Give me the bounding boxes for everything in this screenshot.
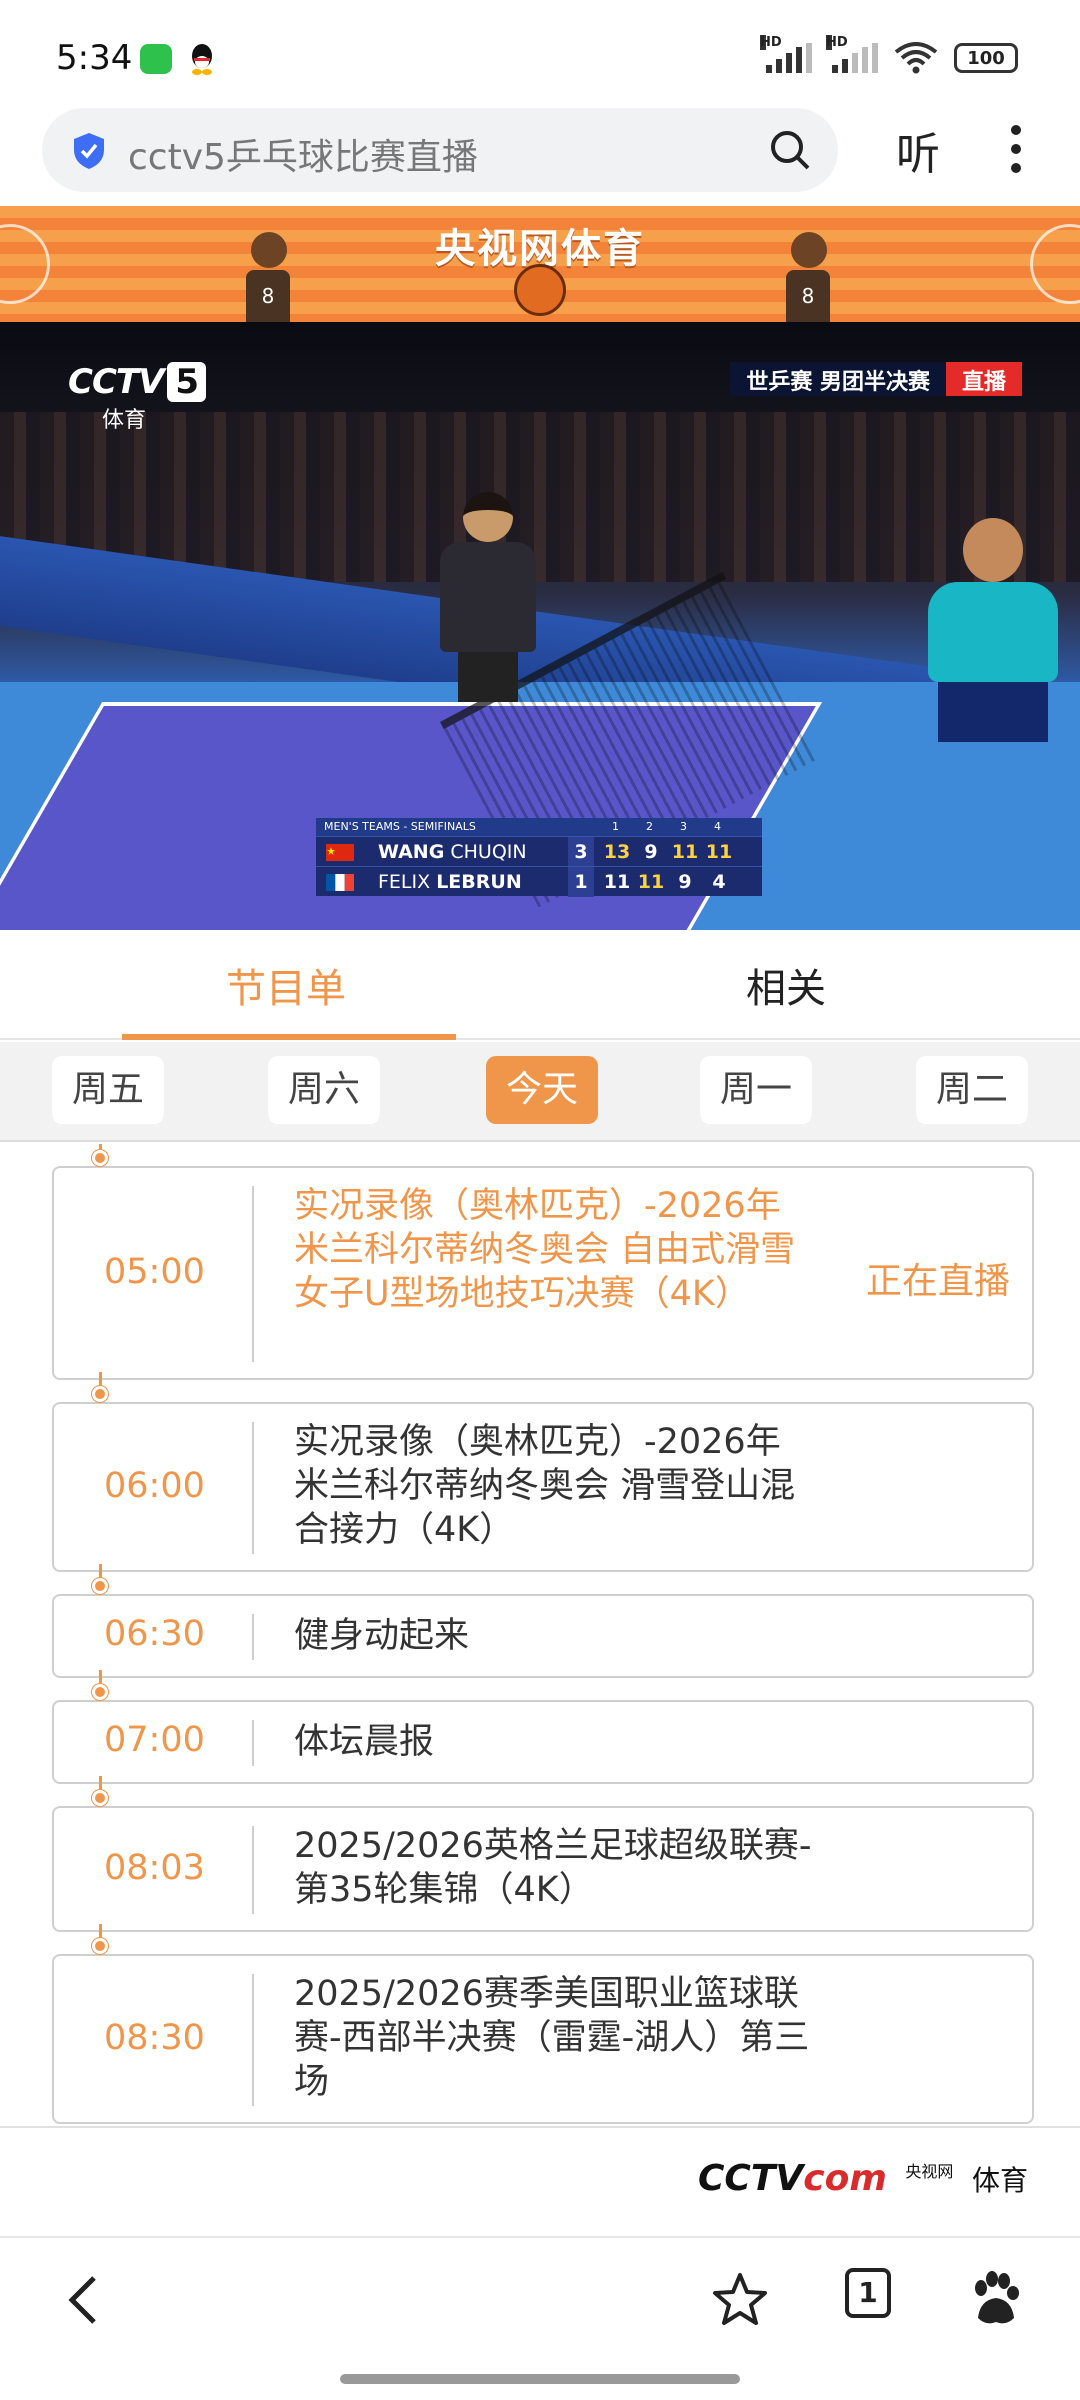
schedule-title: 实况录像（奥林匹克）-2026年米兰科尔蒂纳冬奥会 自由式滑雪女子U型场地技巧决… (294, 1186, 796, 1314)
video-player[interactable]: CCTV 5 体育 世乒赛 男团半决赛 直播 MEN'S TEAMS - SEMI… (0, 322, 1080, 930)
now-live-label: 正在直播 (865, 1261, 1010, 1302)
timeline-dot (92, 1150, 108, 1166)
star-icon[interactable] (710, 2270, 770, 2330)
schedule-list: 05:00 实况录像（奥林匹克）-2026年米兰科尔蒂纳冬奥会 自由式滑雪女子U… (0, 1144, 1080, 2124)
scoreboard-row: WANG CHUQIN 3 13 9 11 11 (316, 836, 762, 867)
broadcast-tag: 世乒赛 男团半决赛 直播 (730, 362, 1022, 396)
listen-button[interactable]: 听 (896, 118, 940, 182)
schedule-item[interactable]: 06:30 健身动起来 (52, 1564, 1034, 1678)
scoreboard-row: FELIX LEBRUN 1 11 11 9 4 (316, 866, 762, 897)
browser-bottom-bar (0, 2236, 1080, 2366)
live-badge: 直播 (945, 362, 1022, 396)
day-tuesday[interactable]: 周二 (916, 1056, 1028, 1124)
schedule-item[interactable]: 06:00 实况录像（奥林匹克）-2026年米兰科尔蒂纳冬奥会 滑雪登山混合接力… (52, 1372, 1034, 1572)
cctv-sports-logo: CCTVcom 央视网 体育 (0, 2126, 1080, 2236)
schedule-title: 体坛晨报 (294, 1722, 435, 1762)
tab-related[interactable]: 相关 (746, 956, 826, 1014)
schedule-item[interactable]: 07:00 体坛晨报 (52, 1670, 1034, 1784)
umpire-figure (928, 518, 1058, 742)
schedule-item[interactable]: 08:30 2025/2026赛季美国职业篮球联赛-西部半决赛（雷霆-湖人）第三… (52, 1924, 1034, 2124)
timeline-dot (92, 1790, 108, 1806)
crowd-background (0, 412, 1080, 582)
schedule-title: 2025/2026赛季美国职业篮球联赛-西部半决赛（雷霆-湖人）第三场 (294, 1974, 810, 2102)
schedule-time: 07:00 (104, 1720, 205, 1760)
timeline-dot (92, 1386, 108, 1402)
timeline-dot (92, 1578, 108, 1594)
wifi-icon (894, 42, 938, 74)
schedule-time: 08:30 (104, 2018, 205, 2058)
more-icon[interactable] (1010, 124, 1022, 174)
signal-icon: HD (826, 35, 878, 73)
schedule-item[interactable]: 05:00 实况录像（奥林匹克）-2026年米兰科尔蒂纳冬奥会 自由式滑雪女子U… (52, 1144, 1034, 1380)
tab-active-indicator (122, 1034, 456, 1040)
schedule-title: 2025/2026英格兰足球超级联赛-第35轮集锦（4K） (294, 1826, 812, 1910)
day-monday[interactable]: 周一 (700, 1056, 812, 1124)
battery-icon: 100 (954, 43, 1018, 73)
search-query[interactable]: cctv5乒乓球比赛直播 (128, 128, 478, 180)
qq-icon (192, 44, 212, 75)
status-bar: 5:34 HD HD 100 (0, 0, 1080, 100)
signal-icon: HD (760, 35, 812, 73)
schedule-time: 05:00 (104, 1252, 205, 1292)
day-today[interactable]: 今天 (486, 1056, 598, 1124)
sports-banner[interactable]: 8 8 央视网体育 (0, 206, 1080, 322)
china-flag-icon (326, 844, 354, 861)
basketball-icon (514, 264, 566, 316)
address-bar[interactable]: cctv5乒乓球比赛直播 (42, 108, 838, 192)
baidu-paw-icon[interactable] (966, 2270, 1026, 2330)
day-selector: 周五 周六 今天 周一 周二 (0, 1042, 1080, 1142)
search-icon[interactable] (768, 128, 812, 172)
schedule-item[interactable]: 08:03 2025/2026英格兰足球超级联赛-第35轮集锦（4K） (52, 1776, 1034, 1932)
home-indicator[interactable] (340, 2374, 740, 2384)
wechat-icon (140, 44, 172, 74)
day-friday[interactable]: 周五 (52, 1056, 164, 1124)
schedule-time: 08:03 (104, 1848, 205, 1888)
schedule-title: 实况录像（奥林匹克）-2026年米兰科尔蒂纳冬奥会 滑雪登山混合接力（4K） (294, 1422, 796, 1550)
timeline-dot (92, 1938, 108, 1954)
tab-schedule[interactable]: 节目单 (226, 956, 346, 1014)
schedule-time: 06:00 (104, 1466, 205, 1506)
schedule-title: 健身动起来 (294, 1616, 470, 1656)
timeline-dot (92, 1684, 108, 1700)
france-flag-icon (326, 874, 354, 891)
status-time: 5:34 (56, 38, 133, 78)
channel-logo: CCTV 5 体育 (68, 362, 207, 434)
content-tabs: 节目单 相关 (0, 930, 1080, 1040)
player-figure (440, 492, 536, 702)
day-saturday[interactable]: 周六 (268, 1056, 380, 1124)
back-icon[interactable] (54, 2270, 114, 2330)
scoreboard: MEN'S TEAMS - SEMIFINALS 1 2 3 4 WANG CH… (316, 818, 762, 897)
tab-switcher-button[interactable]: 1 (845, 2268, 891, 2318)
shield-icon (74, 133, 104, 169)
schedule-time: 06:30 (104, 1614, 205, 1654)
